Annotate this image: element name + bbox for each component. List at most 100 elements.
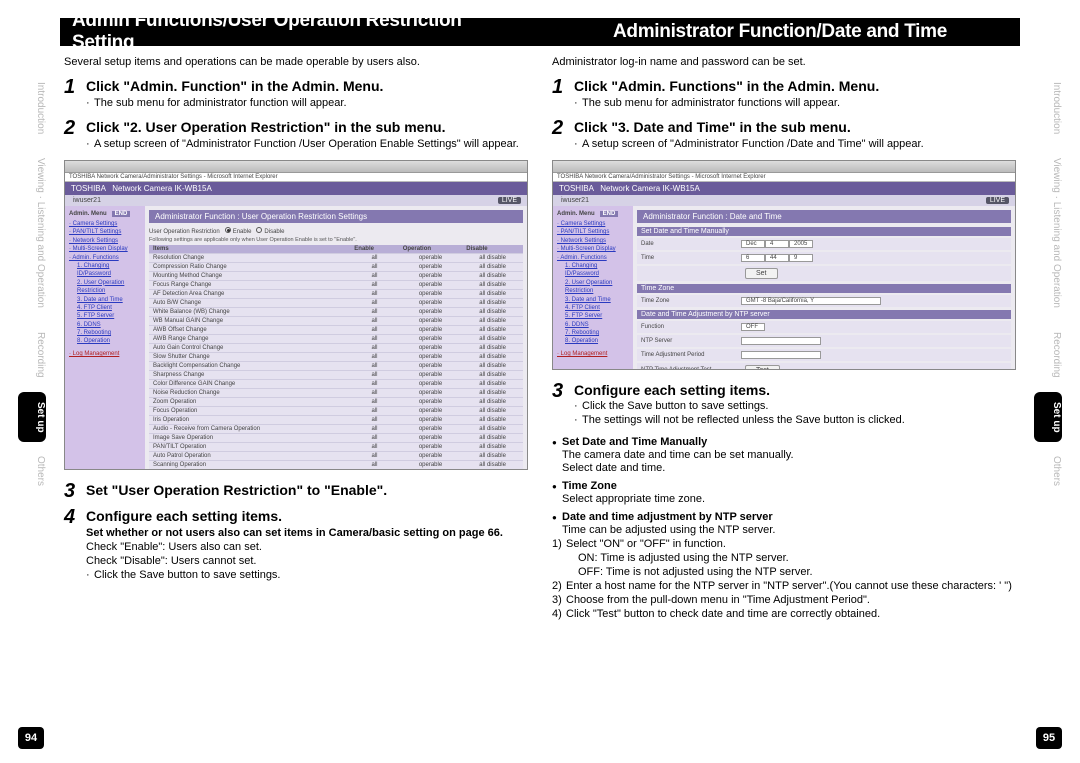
sel-year[interactable]: 2005 <box>789 240 813 248</box>
sidebar-sublink[interactable]: 5. FTP Server <box>69 312 141 320</box>
page-right: Administrator Function/Date and Time Int… <box>540 0 1080 763</box>
sidebar-sublink[interactable]: 8. Operation <box>69 337 141 345</box>
table-row: Audio - Receive from Camera Operationall… <box>149 424 523 433</box>
end-badge: END <box>600 211 619 217</box>
app-header: TOSHIBA Network Camera IK-WB15A <box>65 182 527 195</box>
side-tab-recording[interactable]: Recording <box>18 322 46 388</box>
step-note: Check "Disable": Users cannot set. <box>86 555 528 567</box>
model: Network Camera IK-WB15A <box>112 184 212 193</box>
ntp-input[interactable] <box>741 337 821 345</box>
sel-hour[interactable]: 6 <box>741 254 765 262</box>
sidebar-link[interactable]: · Multi-Screen Display <box>557 245 629 253</box>
step-4: 4 Configure each setting items. Set whet… <box>64 508 528 581</box>
app-main: Administrator Function : Date and Time S… <box>633 206 1015 370</box>
settings-table: Items Enable Operation Disable Resolutio… <box>149 245 523 470</box>
ntp-input[interactable] <box>741 351 821 359</box>
sidebar-link[interactable]: · Network Settings <box>69 237 141 245</box>
detail-line: Time can be adjusted using the NTP serve… <box>552 524 1016 536</box>
sidebar-sublink[interactable]: 2. User Operation Restriction <box>557 279 629 296</box>
model: Network Camera IK-WB15A <box>600 184 700 193</box>
sidebar-link[interactable]: · Admin. Functions <box>69 254 141 262</box>
sidebar-sublink[interactable]: 7. Rebooting <box>69 329 141 337</box>
sidebar-link[interactable]: · Multi-Screen Display <box>69 245 141 253</box>
step-2: 2 Click "3. Date and Time" in the sub me… <box>552 119 1016 150</box>
set-button[interactable]: Set <box>745 268 778 279</box>
radio-disable[interactable] <box>256 227 262 233</box>
step-sub: The sub menu for administrator functions… <box>574 97 1016 109</box>
num-text: Click "Test" button to check date and ti… <box>566 608 880 620</box>
admin-menu-label: Admin. Menu END <box>557 210 629 218</box>
sidebar-link[interactable]: · Network Settings <box>557 237 629 245</box>
sidebar-sublink[interactable]: 3. Date and Time <box>69 296 141 304</box>
side-tab-introduction[interactable]: Introduction <box>18 72 46 144</box>
side-tab-recording[interactable]: Recording <box>1034 322 1062 388</box>
table-row: Backlight Compensation Changealloperable… <box>149 361 523 370</box>
panel-title: Administrator Function : User Operation … <box>149 210 523 223</box>
side-tab-set-up[interactable]: Set up <box>18 392 46 443</box>
app-body: Admin. Menu END · Camera Settings· PAN/T… <box>553 206 1015 370</box>
sidebar-link[interactable]: · Camera Settings <box>69 220 141 228</box>
sidebar-sublink[interactable]: 3. Date and Time <box>557 296 629 304</box>
table-row: Iris Operationalloperableall disable <box>149 415 523 424</box>
side-tab-viewing-listening-and-operation[interactable]: Viewing · Listening and Operation <box>18 148 46 318</box>
sel-min[interactable]: 44 <box>765 254 789 262</box>
detail-title: Time Zone <box>552 480 1016 492</box>
ntp-row: FunctionOFF <box>637 321 1011 333</box>
sidebar-sublink[interactable]: 1. Changing ID/Password <box>69 262 141 279</box>
num-marker: 3) <box>552 594 562 606</box>
page-title-left: Admin Functions/User Operation Restricti… <box>60 18 540 46</box>
test-button[interactable]: Test <box>745 365 780 370</box>
page-spread: Admin Functions/User Operation Restricti… <box>0 0 1080 763</box>
app-sidebar: Admin. Menu END · Camera Settings· PAN/T… <box>65 206 145 470</box>
sidebar-sublink[interactable]: 6. DDNS <box>557 321 629 329</box>
app-main: Administrator Function : User Operation … <box>145 206 527 470</box>
sidebar-sublink[interactable]: 6. DDNS <box>69 321 141 329</box>
step-sub: Click the Save button to save settings. <box>574 400 1016 412</box>
panel-note: Following settings are applicable only w… <box>149 237 523 243</box>
detail-title: Set Date and Time Manually <box>552 436 1016 448</box>
sidebar-log[interactable]: · Log Management <box>69 350 141 358</box>
sidebar-link[interactable]: · Camera Settings <box>557 220 629 228</box>
sel-month[interactable]: Dec <box>741 240 765 248</box>
sidebar-link[interactable]: · PAN/TILT Settings <box>69 228 141 236</box>
sidebar-sublink[interactable]: 2. User Operation Restriction <box>69 279 141 296</box>
table-row: AWB Range Changealloperableall disable <box>149 334 523 343</box>
sidebar-link[interactable]: · Admin. Functions <box>557 254 629 262</box>
tz-select[interactable]: GMT -8 Baja/California, Y <box>741 297 881 305</box>
side-tab-introduction[interactable]: Introduction <box>1034 72 1062 144</box>
step-title: Click "Admin. Function" in the Admin. Me… <box>86 78 528 95</box>
sidebar-link[interactable]: · PAN/TILT Settings <box>557 228 629 236</box>
step-3: 3 Configure each setting items. Click th… <box>552 382 1016 427</box>
numbered-line: 2)Enter a host name for the NTP server i… <box>552 580 1016 592</box>
sidebar-log[interactable]: · Log Management <box>557 350 629 358</box>
sidebar-sublink[interactable]: 8. Operation <box>557 337 629 345</box>
uor-label: User Operation Restriction <box>149 229 220 235</box>
side-tab-others[interactable]: Others <box>1034 446 1062 496</box>
sidebar-sublink[interactable]: 4. FTP Client <box>557 304 629 312</box>
side-tab-others[interactable]: Others <box>18 446 46 496</box>
sidebar-sublink[interactable]: 4. FTP Client <box>69 304 141 312</box>
table-row: Image Save Operationalloperableall disab… <box>149 433 523 442</box>
step-num: 3 <box>64 480 75 503</box>
ntp-label: NTP Server <box>641 338 741 344</box>
detail-line: Select date and time. <box>552 462 1016 474</box>
page-left: Admin Functions/User Operation Restricti… <box>0 0 540 763</box>
ntp-select[interactable]: OFF <box>741 323 765 331</box>
table-row: Preset Operationalloperableall disable <box>149 469 523 470</box>
ntp-label: Function <box>641 324 741 330</box>
sel-sec[interactable]: 9 <box>789 254 813 262</box>
table-row: White Balance (WB) Changealloperableall … <box>149 307 523 316</box>
sidebar-sublink[interactable]: 7. Rebooting <box>557 329 629 337</box>
brand: TOSHIBA <box>559 184 594 193</box>
app-subheader: iwuser21 LIVE <box>553 195 1015 206</box>
sidebar-sublink[interactable]: 1. Changing ID/Password <box>557 262 629 279</box>
step-sub: The sub menu for administrator function … <box>86 97 528 109</box>
sel-day[interactable]: 4 <box>765 240 789 248</box>
numbered-lines: 1)Select "ON" or "OFF" in function.ON: T… <box>552 538 1016 620</box>
brand: TOSHIBA <box>71 184 106 193</box>
side-tab-set-up[interactable]: Set up <box>1034 392 1062 443</box>
step-num: 1 <box>64 76 75 99</box>
side-tab-viewing-listening-and-operation[interactable]: Viewing · Listening and Operation <box>1034 148 1062 318</box>
sidebar-sublink[interactable]: 5. FTP Server <box>557 312 629 320</box>
radio-enable[interactable] <box>225 227 231 233</box>
